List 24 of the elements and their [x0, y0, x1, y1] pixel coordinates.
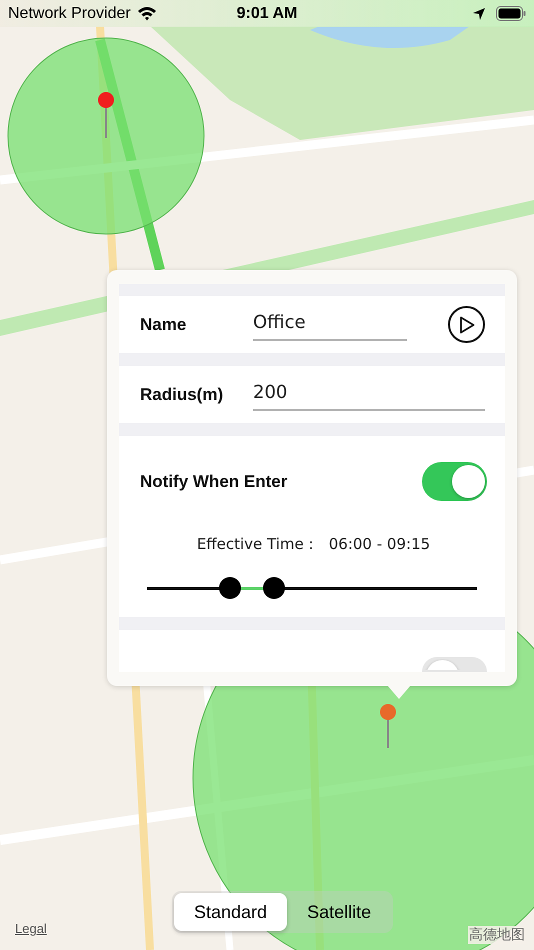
name-field[interactable]: Office — [253, 308, 407, 341]
pin-icon[interactable] — [98, 92, 114, 138]
battery-icon — [496, 6, 526, 21]
toggle-switch[interactable] — [422, 462, 487, 501]
carrier-name: Network Provider — [8, 4, 131, 22]
slider-thumb[interactable] — [263, 577, 286, 599]
map-type-tab[interactable]: Satellite — [287, 893, 392, 931]
clock-time: 9:01 AM — [236, 4, 298, 22]
provider-logo: 高德地图 — [468, 926, 526, 944]
location-arrow-icon — [472, 6, 486, 20]
toggle-switch[interactable] — [422, 657, 487, 672]
effective-time-value: 06:00 - 09:15 — [328, 535, 430, 554]
legal-link[interactable]: Legal — [15, 921, 47, 936]
effective-time-label: Effective Time： — [196, 535, 319, 554]
radius-label: Radius(m) — [140, 384, 224, 404]
radius-field[interactable]: 200 — [253, 378, 485, 411]
map-type-tab[interactable]: Standard — [174, 893, 288, 931]
play-button[interactable] — [448, 306, 485, 343]
play-icon — [458, 316, 474, 334]
wifi-icon — [136, 6, 157, 21]
slider-thumb[interactable] — [218, 577, 240, 599]
time-range-slider[interactable] — [147, 577, 477, 599]
notify-enter-label: Notify When Enter — [140, 472, 288, 492]
name-label: Name — [140, 314, 188, 334]
